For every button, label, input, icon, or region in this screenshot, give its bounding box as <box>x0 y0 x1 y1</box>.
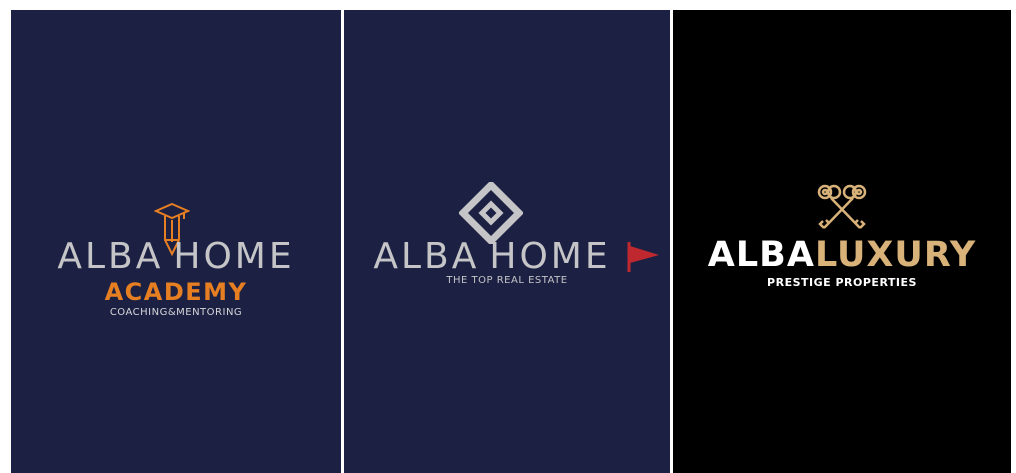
luxury-wordmark: ALBALUXURY <box>673 238 1011 273</box>
red-flag-icon <box>627 242 659 272</box>
crossed-keys-icon <box>817 184 867 229</box>
luxury-word-right: LUXURY <box>814 235 977 275</box>
home-logo-panel: ALBA HOME THE TOP REAL ESTATE <box>344 10 670 473</box>
home-word-left: ALBA <box>373 236 480 277</box>
home-tagline: THE TOP REAL ESTATE <box>446 275 568 286</box>
luxury-word-left: ALBA <box>707 235 815 275</box>
luxury-logo-panel: ALBALUXURY PRESTIGE PROPERTIES <box>673 10 1011 473</box>
diamond-house-icon <box>459 182 523 244</box>
logo-collage: ALBA HOME ACADEMY COACHING&MENTORING ALBA… <box>0 0 1016 473</box>
academy-subtitle: ACADEMY <box>104 278 248 306</box>
academy-word-left: ALBA <box>57 236 164 277</box>
home-wordmark: ALBA HOME <box>344 239 670 275</box>
academy-wordmark: ALBA HOME <box>11 239 341 275</box>
academy-word-right: HOME <box>173 236 295 277</box>
home-word-right: HOME <box>489 236 611 277</box>
luxury-tagline: PRESTIGE PROPERTIES <box>767 276 917 289</box>
academy-logo-panel: ALBA HOME ACADEMY COACHING&MENTORING <box>11 10 341 473</box>
academy-tagline: COACHING&MENTORING <box>109 307 243 318</box>
